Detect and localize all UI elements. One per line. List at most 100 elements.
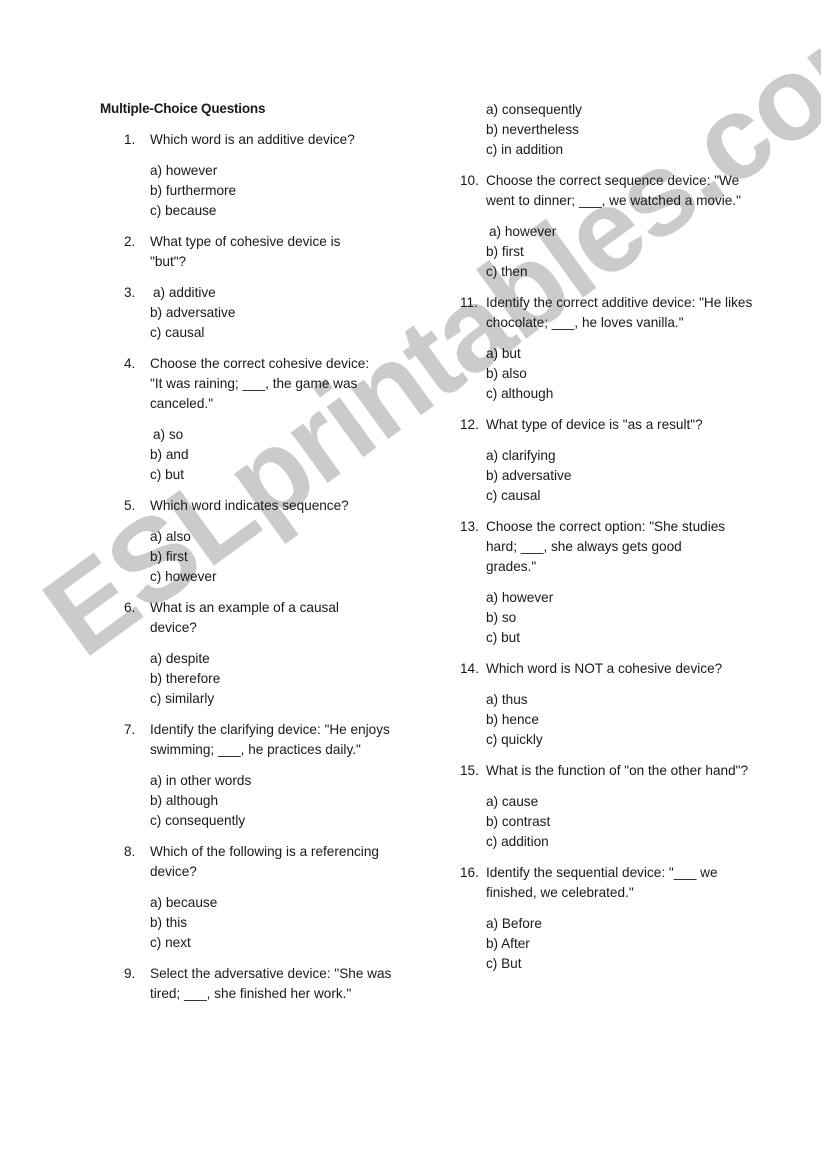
question-4: 4. Choose the correct cohesive device: "… [124, 354, 382, 414]
option-b[interactable]: b) nevertheless [486, 120, 760, 140]
right-column: a) consequently b) nevertheless c) in ad… [460, 100, 760, 985]
option-c[interactable]: c) next [150, 933, 424, 953]
question-number: 10. [460, 173, 479, 188]
question-11: 11. Identify the correct additive device… [460, 293, 756, 333]
left-column: 1. Which word is an additive device? a) … [124, 130, 424, 1015]
option-a[interactable]: a) in other words [150, 771, 424, 791]
options-1: a) however b) furthermore c) because [124, 161, 424, 221]
question-text: Identify the sequential device: "___ we … [486, 865, 718, 900]
options-4: a) so b) and c) but [124, 425, 424, 485]
option-c[interactable]: c) although [486, 384, 760, 404]
option-c[interactable]: c) then [486, 262, 760, 282]
option-b[interactable]: b) therefore [150, 669, 424, 689]
question-1: 1. Which word is an additive device? [124, 130, 424, 150]
option-b[interactable]: b) although [150, 791, 424, 811]
option-a[interactable]: a) however [486, 588, 760, 608]
option-a[interactable]: a) additive [150, 283, 424, 303]
option-c[interactable]: c) But [486, 954, 760, 974]
option-a[interactable]: a) however [486, 222, 760, 242]
option-c[interactable]: c) causal [486, 486, 760, 506]
question-15: 15. What is the function of "on the othe… [460, 761, 756, 781]
option-b[interactable]: b) first [150, 547, 424, 567]
option-b[interactable]: b) furthermore [150, 181, 424, 201]
option-c[interactable]: c) causal [150, 323, 424, 343]
option-c[interactable]: c) however [150, 567, 424, 587]
question-number: 7. [124, 722, 136, 737]
question-text: Identify the correct additive device: "H… [486, 295, 753, 330]
question-number: 16. [460, 865, 479, 880]
option-c[interactable]: c) in addition [486, 140, 760, 160]
options-14: a) thus b) hence c) quickly [460, 690, 760, 750]
option-c[interactable]: c) but [150, 465, 424, 485]
option-b[interactable]: b) hence [486, 710, 760, 730]
question-number: 13. [460, 519, 479, 534]
question-text: Choose the correct option: "She studies … [486, 519, 726, 574]
question-number: 15. [460, 763, 479, 778]
option-b[interactable]: b) this [150, 913, 424, 933]
option-b[interactable]: b) adversative [486, 466, 760, 486]
options-15: a) cause b) contrast c) addition [460, 792, 760, 852]
question-13: 13. Choose the correct option: "She stud… [460, 517, 731, 577]
option-c[interactable]: c) but [486, 628, 760, 648]
option-b[interactable]: b) also [486, 364, 760, 384]
question-number: 4. [124, 356, 136, 371]
options-8: a) because b) this c) next [124, 893, 424, 953]
question-text: Which of the following is a referencing … [150, 844, 379, 879]
option-a[interactable]: a) despite [150, 649, 424, 669]
question-16: 16. Identify the sequential device: "___… [460, 863, 736, 903]
question-number: 9. [124, 966, 136, 981]
question-number: 6. [124, 600, 136, 615]
question-9: 9. Select the adversative device: "She w… [124, 964, 422, 1004]
question-text: Which word indicates sequence? [150, 498, 349, 513]
option-a[interactable]: a) Before [486, 914, 760, 934]
question-text: Choose the correct cohesive device: "It … [150, 356, 370, 411]
option-b[interactable]: b) contrast [486, 812, 760, 832]
option-c[interactable]: c) quickly [486, 730, 760, 750]
option-a[interactable]: a) however [150, 161, 424, 181]
question-text: Which word is an additive device? [150, 132, 355, 147]
option-b[interactable]: b) so [486, 608, 760, 628]
options-10: a) however b) first c) then [460, 222, 760, 282]
option-c[interactable]: c) because [150, 201, 424, 221]
worksheet-page: ESLprintables.com Multiple-Choice Questi… [0, 0, 821, 1161]
option-a[interactable]: a) but [486, 344, 760, 364]
question-text: Select the adversative device: "She was … [150, 966, 392, 1001]
option-c[interactable]: c) similarly [150, 689, 424, 709]
options-13: a) however b) so c) but [460, 588, 760, 648]
option-c[interactable]: c) consequently [150, 811, 424, 831]
question-14: 14. Which word is NOT a cohesive device? [460, 659, 776, 679]
question-number: 11. [460, 295, 478, 310]
option-a[interactable]: a) clarifying [486, 446, 760, 466]
options-11: a) but b) also c) although [460, 344, 760, 404]
option-a[interactable]: a) cause [486, 792, 760, 812]
option-c[interactable]: c) addition [486, 832, 760, 852]
option-b[interactable]: b) and [150, 445, 424, 465]
question-12: 12. What type of device is "as a result"… [460, 415, 766, 435]
question-text: What is an example of a causal device? [150, 600, 339, 635]
option-a[interactable]: a) consequently [486, 100, 760, 120]
options-6: a) despite b) therefore c) similarly [124, 649, 424, 709]
option-b[interactable]: b) first [486, 242, 760, 262]
option-a[interactable]: a) also [150, 527, 424, 547]
option-a[interactable]: a) because [150, 893, 424, 913]
options-9: a) consequently b) nevertheless c) in ad… [460, 100, 760, 160]
question-number: 12. [460, 417, 479, 432]
question-text: Choose the correct sequence device: "We … [486, 173, 741, 208]
option-b[interactable]: b) adversative [150, 303, 424, 323]
question-5: 5. Which word indicates sequence? [124, 496, 424, 516]
question-number: 3. [124, 285, 136, 300]
options-5: a) also b) first c) however [124, 527, 424, 587]
question-number: 2. [124, 234, 136, 249]
question-text: What type of cohesive device is "but"? [150, 234, 341, 269]
option-a[interactable]: a) thus [486, 690, 760, 710]
options-16: a) Before b) After c) But [460, 914, 760, 974]
page-title: Multiple-Choice Questions [100, 101, 266, 116]
question-text: Which word is NOT a cohesive device? [486, 661, 723, 676]
question-7: 7. Identify the clarifying device: "He e… [124, 720, 400, 760]
option-a[interactable]: a) so [150, 425, 424, 445]
question-number: 14. [460, 661, 479, 676]
question-2: 2. What type of cohesive device is "but"… [124, 232, 370, 272]
options-12: a) clarifying b) adversative c) causal [460, 446, 760, 506]
question-text: Identify the clarifying device: "He enjo… [150, 722, 390, 757]
option-b[interactable]: b) After [486, 934, 760, 954]
